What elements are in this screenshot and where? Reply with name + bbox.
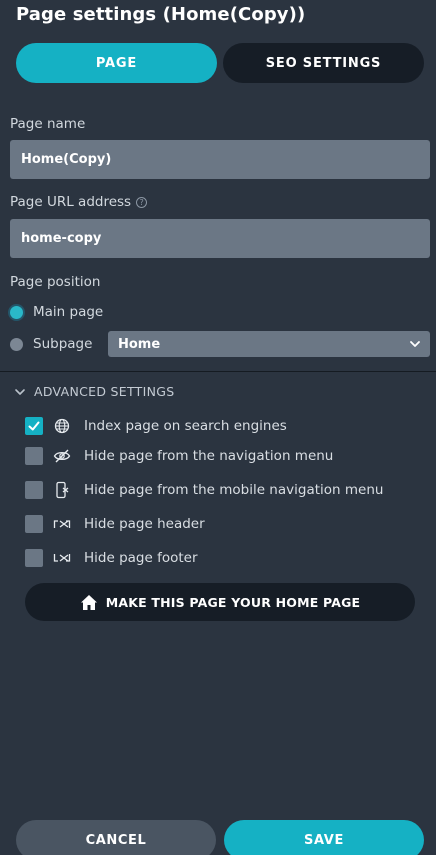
- hide-footer-checkbox[interactable]: [25, 549, 43, 567]
- home-icon: [80, 594, 97, 610]
- advanced-settings-label: ADVANCED SETTINGS: [34, 384, 175, 399]
- tabs: PAGE SEO SETTINGS: [16, 43, 424, 83]
- index-search-checkbox[interactable]: [25, 417, 43, 435]
- checkmark-icon: [28, 421, 40, 431]
- advanced-settings-toggle[interactable]: ADVANCED SETTINGS: [14, 384, 174, 399]
- globe-icon: [53, 417, 71, 435]
- header-hidden-icon: [53, 515, 71, 533]
- section-divider: [0, 371, 436, 372]
- footer-hidden-icon: [53, 549, 71, 567]
- hide-mobile-nav-label: Hide page from the mobile navigation men…: [84, 482, 384, 498]
- option-hide-header[interactable]: Hide page header: [25, 515, 205, 533]
- page-position-label: Page position: [10, 274, 101, 290]
- make-home-page-label: MAKE THIS PAGE YOUR HOME PAGE: [105, 594, 361, 610]
- option-hide-footer[interactable]: Hide page footer: [25, 549, 198, 567]
- chevron-down-icon: [410, 341, 420, 347]
- save-button[interactable]: SAVE: [224, 820, 424, 855]
- subpage-label: Subpage: [33, 336, 93, 352]
- hide-nav-label: Hide page from the navigation menu: [84, 448, 334, 464]
- subpage-radio[interactable]: [10, 337, 23, 351]
- hide-header-label: Hide page header: [84, 516, 205, 532]
- page-title: Page settings (Home(Copy)): [16, 4, 306, 25]
- page-url-label-row: Page URL address?: [10, 194, 148, 210]
- main-page-label: Main page: [33, 304, 104, 320]
- question-circle-icon[interactable]: ?: [136, 197, 148, 208]
- main-page-radio[interactable]: [10, 305, 23, 319]
- hide-nav-checkbox[interactable]: [25, 447, 43, 465]
- option-hide-nav[interactable]: Hide page from the navigation menu: [25, 447, 333, 465]
- cancel-button[interactable]: CANCEL: [16, 820, 216, 855]
- option-index-search[interactable]: Index page on search engines: [25, 417, 287, 435]
- page-url-label: Page URL address: [10, 194, 132, 210]
- hide-mobile-nav-checkbox[interactable]: [25, 481, 43, 499]
- mobile-hidden-icon: [53, 481, 71, 499]
- parent-page-select[interactable]: Home: [108, 331, 430, 357]
- chevron-down-icon: [15, 388, 25, 395]
- parent-page-value: Home: [118, 336, 161, 352]
- tab-page[interactable]: PAGE: [16, 43, 217, 83]
- page-name-input[interactable]: [10, 140, 430, 179]
- make-home-page-button[interactable]: MAKE THIS PAGE YOUR HOME PAGE: [25, 583, 415, 621]
- eye-slash-icon: [53, 447, 71, 465]
- main-page-option[interactable]: Main page: [10, 304, 103, 320]
- tab-seo-settings[interactable]: SEO SETTINGS: [223, 43, 424, 83]
- page-url-input[interactable]: [10, 219, 430, 258]
- hide-header-checkbox[interactable]: [25, 515, 43, 533]
- index-search-label: Index page on search engines: [84, 418, 287, 434]
- subpage-option[interactable]: Subpage: [10, 336, 92, 352]
- hide-footer-label: Hide page footer: [84, 550, 198, 566]
- page-name-label: Page name: [10, 116, 86, 132]
- option-hide-mobile-nav[interactable]: Hide page from the mobile navigation men…: [25, 481, 383, 499]
- page-settings-panel: Page settings (Home(Copy)) PAGE SEO SETT…: [0, 0, 436, 855]
